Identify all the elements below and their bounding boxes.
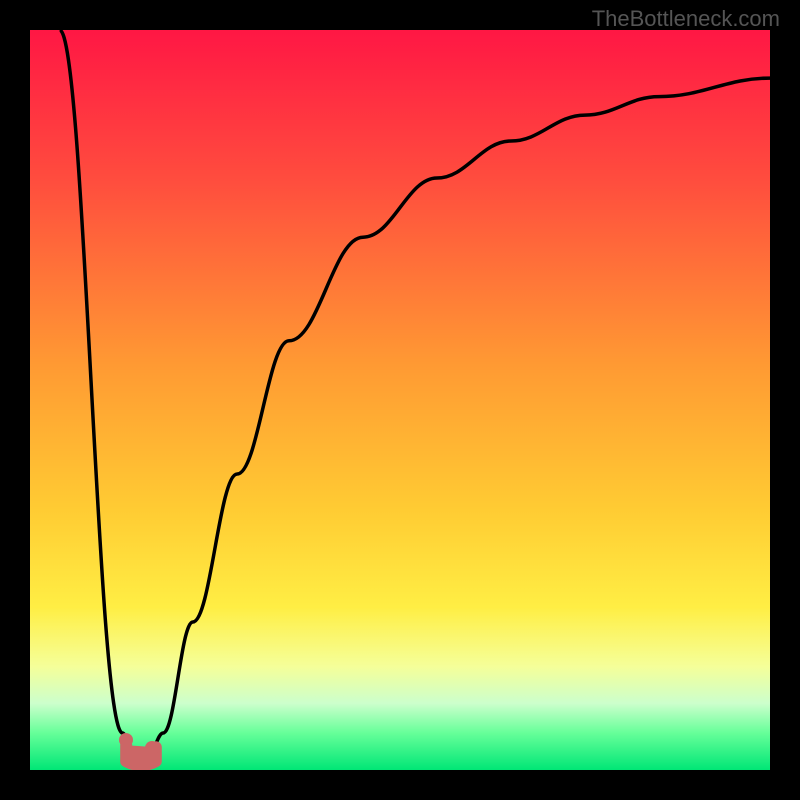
watermark-text: TheBottleneck.com — [592, 6, 780, 32]
bottleneck-curve — [30, 30, 770, 770]
optimal-marker — [145, 741, 159, 755]
chart-container — [30, 30, 770, 770]
